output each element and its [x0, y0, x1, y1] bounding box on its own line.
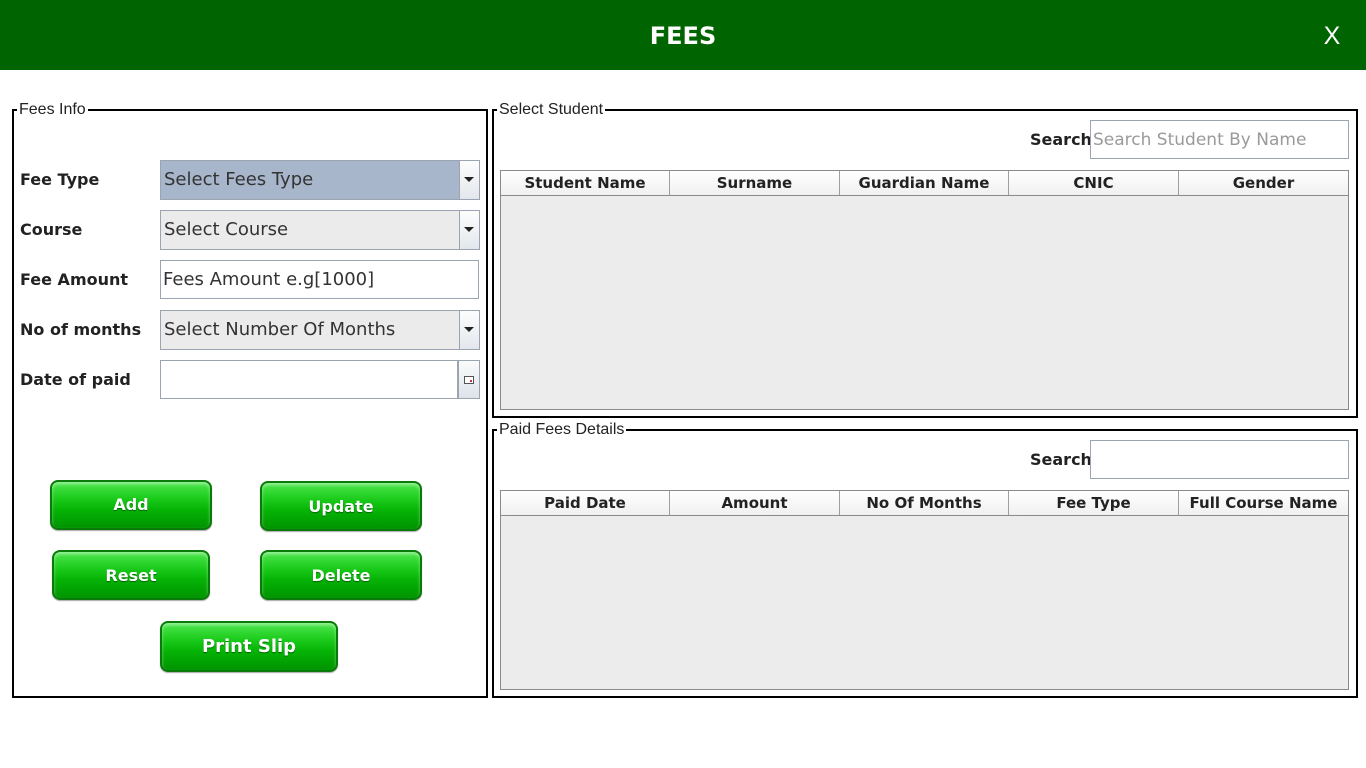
add-button[interactable]: Add: [50, 480, 212, 530]
update-button[interactable]: Update: [260, 481, 422, 531]
fee-type-value: Select Fees Type: [164, 169, 314, 190]
date-paid-field[interactable]: [160, 360, 458, 399]
paid-fees-search-input[interactable]: [1091, 441, 1348, 478]
fee-type-dropdown-button[interactable]: [459, 161, 479, 199]
column-header[interactable]: Amount: [670, 491, 840, 515]
course-dropdown-button[interactable]: [459, 211, 479, 249]
fee-type-select[interactable]: Select Fees Type: [160, 160, 480, 200]
date-picker-button[interactable]: [458, 360, 480, 399]
months-dropdown-button[interactable]: [459, 311, 479, 349]
paid-fees-table-header: Paid Date Amount No Of Months Fee Type F…: [501, 491, 1348, 516]
column-header[interactable]: No Of Months: [840, 491, 1009, 515]
select-student-legend: Select Student: [497, 101, 606, 119]
delete-button[interactable]: Delete: [260, 550, 422, 600]
paid-fees-table[interactable]: Paid Date Amount No Of Months Fee Type F…: [500, 490, 1349, 690]
course-select[interactable]: Select Course: [160, 210, 480, 250]
column-header[interactable]: CNIC: [1009, 171, 1179, 195]
course-label: Course: [20, 220, 83, 239]
student-table[interactable]: Student Name Surname Guardian Name CNIC …: [500, 170, 1349, 410]
calendar-icon: [464, 376, 474, 384]
column-header[interactable]: Gender: [1179, 171, 1348, 195]
fee-amount-input[interactable]: [161, 261, 478, 298]
chevron-down-icon: [464, 177, 474, 182]
close-button[interactable]: X: [1320, 20, 1344, 52]
column-header[interactable]: Surname: [670, 171, 840, 195]
date-paid-input[interactable]: [161, 361, 457, 398]
column-header[interactable]: Full Course Name: [1179, 491, 1348, 515]
fee-amount-label: Fee Amount: [20, 270, 129, 289]
months-select[interactable]: Select Number Of Months: [160, 310, 480, 350]
fee-type-label: Fee Type: [20, 170, 100, 189]
paid-fees-search-field[interactable]: [1090, 440, 1349, 479]
chevron-down-icon: [464, 227, 474, 232]
course-value: Select Course: [164, 219, 289, 240]
column-header[interactable]: Paid Date: [501, 491, 670, 515]
student-table-header: Student Name Surname Guardian Name CNIC …: [501, 171, 1348, 196]
reset-button[interactable]: Reset: [52, 550, 210, 600]
student-search-input[interactable]: [1091, 121, 1348, 158]
fees-info-legend: Fees Info: [17, 101, 88, 119]
months-value: Select Number Of Months: [164, 319, 396, 340]
column-header[interactable]: Guardian Name: [840, 171, 1009, 195]
print-slip-button[interactable]: Print Slip: [160, 621, 338, 672]
column-header[interactable]: Fee Type: [1009, 491, 1179, 515]
student-search-label: Search: [1030, 130, 1092, 149]
window-title: FEES: [649, 22, 717, 50]
paid-fees-legend: Paid Fees Details: [497, 421, 627, 439]
fee-amount-field[interactable]: [160, 260, 479, 299]
months-label: No of months: [20, 320, 142, 339]
student-search-field[interactable]: [1090, 120, 1349, 159]
paid-fees-search-label: Search: [1030, 450, 1092, 469]
date-paid-label: Date of paid: [20, 370, 131, 389]
chevron-down-icon: [464, 327, 474, 332]
column-header[interactable]: Student Name: [501, 171, 670, 195]
